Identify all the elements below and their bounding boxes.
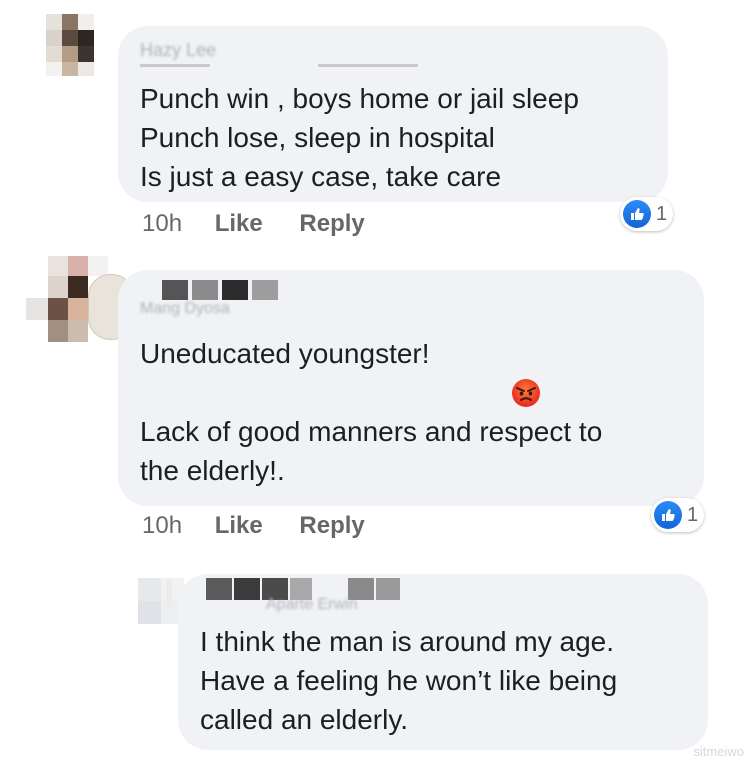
comment-line: the elderly!.: [140, 455, 285, 486]
angry-face-icon: [433, 338, 541, 407]
timestamp[interactable]: 10h: [142, 210, 182, 237]
thread-line: [166, 578, 172, 606]
comment-line: Is just a easy case, take care: [140, 161, 502, 192]
comment-line: Lack of good manners and respect to: [140, 416, 603, 447]
reply-link[interactable]: Reply: [299, 512, 364, 539]
reaction-summary[interactable]: 1: [620, 197, 674, 231]
comment-2: Mang Dyosa Uneducated youngster! Lack of…: [0, 250, 750, 550]
reply-link[interactable]: Reply: [299, 210, 364, 237]
reaction-count: 1: [656, 202, 668, 225]
author-name[interactable]: Mang Dyosa: [140, 300, 230, 318]
watermark: sitmeiwo: [693, 744, 744, 759]
comment-line: called an elderly.: [200, 704, 409, 735]
comment-line: Have a feeling he won’t like being: [200, 665, 618, 696]
comment-actions: 10h Like Reply: [142, 210, 365, 238]
thumbs-up-icon: [623, 200, 651, 228]
comment-line: I think the man is around my age.: [200, 626, 614, 657]
avatar[interactable]: [46, 14, 108, 76]
comment-text: Uneducated youngster! Lack of good manne…: [140, 334, 602, 490]
comment-bubble: Aparte Erwin I think the man is around m…: [178, 574, 708, 750]
comment-3-reply: Aparte Erwin I think the man is around m…: [0, 560, 750, 761]
name-underline: [140, 64, 210, 67]
reaction-summary[interactable]: 1: [651, 498, 705, 532]
comment-actions: 10h Like Reply: [142, 512, 365, 540]
comment-line: Uneducated youngster!: [140, 334, 602, 407]
thumbs-up-icon: [654, 501, 682, 529]
avatar[interactable]: [26, 256, 134, 342]
author-name[interactable]: Hazy Lee: [140, 40, 216, 61]
like-link[interactable]: Like: [215, 210, 263, 237]
comment-line: Punch lose, sleep in hospital: [140, 122, 495, 153]
like-link[interactable]: Like: [215, 512, 263, 539]
comment-line: Punch win , boys home or jail sleep: [140, 83, 579, 114]
comment-1: Hazy Lee Punch win , boys home or jail s…: [0, 0, 750, 250]
comment-text: Punch win , boys home or jail sleep Punc…: [140, 79, 579, 196]
name-underline: [318, 64, 418, 67]
comment-bubble: Mang Dyosa Uneducated youngster! Lack of…: [118, 270, 704, 506]
comment-text: I think the man is around my age. Have a…: [200, 622, 617, 739]
timestamp[interactable]: 10h: [142, 512, 182, 539]
comment-bubble: Hazy Lee Punch win , boys home or jail s…: [118, 26, 668, 202]
author-name[interactable]: Aparte Erwin: [266, 596, 358, 614]
reaction-count: 1: [687, 503, 699, 526]
